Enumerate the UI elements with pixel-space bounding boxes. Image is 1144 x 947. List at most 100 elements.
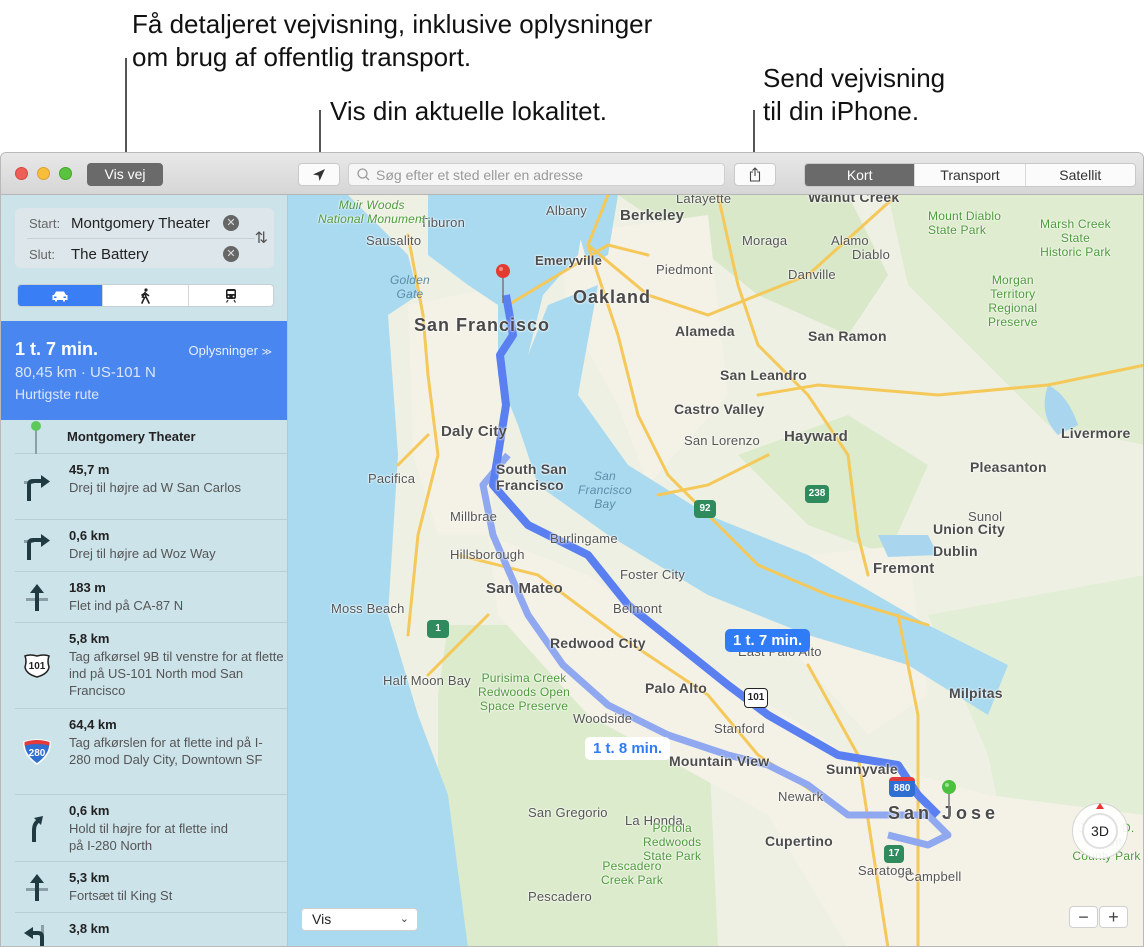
transport-mode-selector [17,284,274,307]
place-label: Campbell [905,869,962,884]
direction-step[interactable]: 0,6 km Hold til højre for at flette ind … [15,795,287,862]
directions-button[interactable]: Vis vej [87,163,163,186]
us-101-shield-icon: 101 [19,648,55,684]
highway-92-shield: 92 [694,500,716,518]
mode-transit[interactable] [189,285,273,306]
tab-kort[interactable]: Kort [805,164,916,186]
start-point-title: Montgomery Theater [67,429,196,444]
clear-end-icon[interactable]: ✕ [223,246,239,262]
callout-location: Vis din aktuelle lokalitet. [330,95,607,128]
place-label: Tiburon [420,215,465,230]
chevron-down-icon: ⌄ [399,913,409,925]
straight-icon [19,579,55,615]
minimize-window-button[interactable] [37,167,50,180]
callout-directions-text: Få detaljeret vejvisning, inklusive oply… [132,9,653,72]
turn-right-icon [19,469,55,505]
place-label: Piedmont [656,262,713,277]
place-label: Cupertino [765,833,833,849]
route-summary[interactable]: 1 t. 7 min. Oplysninger ≫ 80,45 km · US-… [1,321,287,420]
view-select-value: Vis [312,911,332,927]
place-label: Millbrae [450,509,498,524]
map-view[interactable]: San Francisco Oakland San Jose Berkeley … [288,195,1143,946]
callout-share-text: Send vejvisning til din iPhone. [763,63,946,126]
place-label: Pescadero [528,889,592,904]
walk-icon [141,287,151,304]
train-icon [225,289,236,303]
route-endpoints: Start: Montgomery Theater ✕ Slut: The Ba… [15,208,274,268]
swap-endpoints-icon[interactable]: ⇅ [255,228,268,248]
place-label: Daly City [441,423,507,440]
place-label: Oakland [573,287,652,307]
place-label: Moraga [742,233,788,248]
start-label: Start: [29,215,61,231]
primary-route-bubble[interactable]: 1 t. 7 min. [725,629,811,652]
direction-step[interactable]: 3,8 km [15,913,287,946]
direction-step[interactable]: 0,6 km Drej til højre ad Woz Way [15,520,287,572]
place-label: Alameda [675,323,735,339]
highway-17-shield: 17 [884,845,904,863]
place-label: Pacifica [368,471,416,486]
start-value[interactable]: Montgomery Theater [71,215,223,232]
place-label: Newark [778,789,824,804]
park-label: Pescadero Creek Park [601,859,664,887]
park-label: Marsh Creek State Historic Park [1040,217,1111,259]
place-label: Francisco [496,477,564,493]
zoom-in-button[interactable]: + [1099,906,1128,928]
step-instruction: Drej til højre ad W San Carlos [69,480,241,495]
compass-3d-button[interactable]: 3D [1072,803,1128,859]
tab-transport[interactable]: Transport [915,164,1026,186]
details-link-label: Oplysninger [188,343,258,358]
details-link[interactable]: Oplysninger ≫ [189,343,272,358]
mode-walk[interactable] [103,285,189,306]
zoom-window-button[interactable] [59,167,72,180]
view-select[interactable]: Vis ⌄ [301,908,418,931]
place-label: Sunol [968,509,1003,524]
close-window-button[interactable] [15,167,28,180]
start-field[interactable]: Start: Montgomery Theater ✕ [15,208,243,238]
callout-share: Send vejvisning til din iPhone. [763,62,945,128]
alt-route-bubble[interactable]: 1 t. 8 min. [585,737,671,760]
end-value[interactable]: The Battery [71,246,223,263]
place-label: Foster City [620,567,686,582]
search-input[interactable]: Søg efter et sted eller en adresse [348,163,725,186]
place-label: Woodside [573,711,633,726]
place-label: Albany [546,203,587,218]
place-label: Sunnyvale [826,761,898,777]
car-icon [52,291,68,301]
place-label: Lafayette [676,195,732,206]
place-label: Walnut Creek [808,195,900,205]
end-field[interactable]: Slut: The Battery ✕ [15,239,243,269]
place-label: Milpitas [949,685,1003,701]
share-button[interactable] [734,163,776,186]
step-instruction: Tag afkørslen for at flette ind på I-280… [69,735,263,767]
place-label: San Mateo [486,580,563,597]
direction-step[interactable]: 183 m Flet ind på CA-87 N [15,572,287,623]
direction-step[interactable]: 5,3 km Fortsæt til King St [15,862,287,913]
place-label: Stanford [714,721,765,736]
park-label: Purisima Creek Redwoods Open Space Prese… [478,671,570,713]
direction-step[interactable]: 280 64,4 km Tag afkørslen for at flette … [15,709,287,795]
location-arrow-icon [313,168,325,181]
directions-sidebar: Start: Montgomery Theater ✕ Slut: The Ba… [1,195,288,946]
start-point-row[interactable]: Montgomery Theater [15,420,287,454]
turn-left-icon [19,917,55,946]
end-pin-icon[interactable] [494,263,512,305]
step-distance: 3,8 km [69,921,110,936]
clear-start-icon[interactable]: ✕ [223,215,239,231]
direction-step[interactable]: 45,7 m Drej til højre ad W San Carlos [15,454,287,520]
keep-right-icon [19,810,55,846]
place-label: Palo Alto [645,680,707,696]
park-label: Mount Diablo State Park [928,209,1002,237]
place-label: Mountain View [669,753,770,769]
mode-car[interactable] [18,285,104,306]
place-label: Moss Beach [331,601,405,616]
tab-satellit[interactable]: Satellit [1026,164,1135,186]
step-distance: 45,7 m [69,462,110,477]
current-location-button[interactable] [298,163,340,186]
zoom-out-button[interactable]: − [1069,906,1098,928]
step-instruction: Flet ind på CA-87 N [69,598,184,613]
direction-step[interactable]: 101 5,8 km Tag afkørsel 9B til venstre f… [15,623,287,709]
i-880-shield: 880 [889,777,915,797]
start-pin-icon[interactable] [940,779,958,821]
compass-north-icon [1096,803,1104,809]
